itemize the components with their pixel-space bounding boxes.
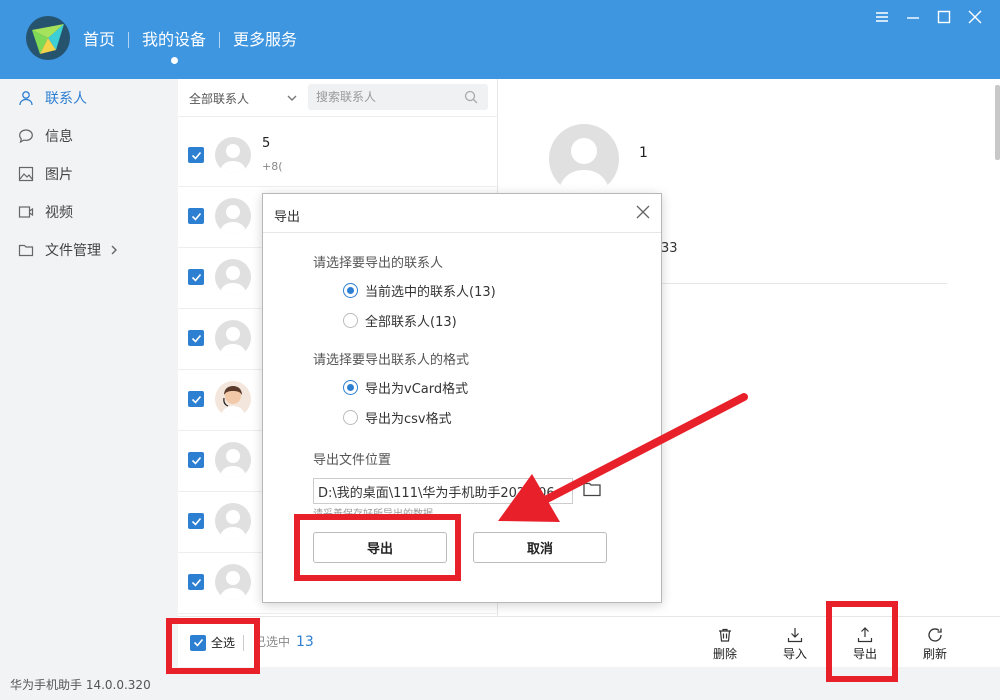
delete-button[interactable]: 删除 [705, 627, 745, 662]
chevron-right-icon [109, 245, 119, 255]
refresh-label: 刷新 [922, 647, 947, 661]
checkbox-checked[interactable] [188, 391, 204, 407]
app-logo [26, 16, 70, 60]
checkbox-checked[interactable] [188, 513, 204, 529]
default-avatar-icon [215, 503, 251, 539]
radio-csv[interactable]: 导出为csv格式 [343, 408, 452, 427]
contact-name: 5 [262, 136, 271, 151]
default-avatar-icon [215, 259, 251, 295]
radio-label: 导出为vCard格式 [365, 382, 469, 397]
radio-vcard[interactable]: 导出为vCard格式 [343, 378, 468, 397]
sidebar-item-messages[interactable]: 信息 [17, 126, 73, 146]
checkbox-checked[interactable] [188, 574, 204, 590]
search-input[interactable] [308, 84, 448, 110]
image-icon [17, 165, 35, 183]
sidebar-item-label: 文件管理 [45, 243, 101, 259]
minimize-icon[interactable] [904, 8, 922, 26]
message-icon [17, 127, 35, 145]
contact-phone-fragment: 33 [661, 241, 678, 256]
trash-icon [719, 628, 731, 642]
contact-avatar [549, 124, 619, 194]
folder-browse-icon[interactable] [583, 481, 601, 497]
scrollbar[interactable] [995, 85, 1000, 160]
radio-on [343, 380, 358, 395]
close-icon[interactable] [635, 204, 651, 220]
contact-name: 1 [639, 145, 648, 161]
app-header: 首页 我的设备 更多服务 [0, 0, 1000, 79]
selected-number: 13 [296, 634, 314, 650]
import-label: 导入 [782, 647, 807, 661]
nav-my-devices-label: 我的设备 [142, 30, 207, 49]
checkbox-checked[interactable] [188, 330, 204, 346]
sidebar: 联系人 信息 图片 视频 文件管理 [0, 79, 178, 667]
refresh-icon [928, 628, 942, 642]
contacts-section-label: 请选择要导出的联系人 [313, 256, 444, 271]
selected-count: 已选中 13 [254, 633, 314, 650]
sidebar-item-images[interactable]: 图片 [17, 164, 73, 184]
folder-icon [17, 241, 35, 259]
default-avatar-icon [215, 320, 251, 356]
refresh-button[interactable]: 刷新 [915, 627, 955, 662]
format-section-label: 请选择要导出联系人的格式 [313, 353, 470, 368]
radio-label: 全部联系人(13) [365, 315, 457, 330]
radio-on [343, 283, 358, 298]
dialog-cancel-button[interactable]: 取消 [473, 532, 607, 563]
annotation-box [166, 618, 260, 674]
dialog-title: 导出 [274, 210, 301, 225]
delete-label: 删除 [712, 647, 737, 661]
nav-my-devices[interactable]: 我的设备 [129, 29, 219, 64]
contact-filter-dropdown[interactable]: 全部联系人 [189, 90, 249, 107]
close-icon[interactable] [966, 8, 984, 26]
sidebar-item-label: 图片 [45, 167, 73, 183]
checkbox-checked[interactable] [188, 208, 204, 224]
search-icon[interactable] [464, 90, 478, 104]
filter-bar: 全部联系人 [178, 79, 498, 117]
sidebar-item-videos[interactable]: 视频 [17, 202, 73, 222]
video-icon [17, 203, 35, 221]
radio-all-contacts[interactable]: 全部联系人(13) [343, 311, 457, 330]
default-avatar-icon [215, 442, 251, 478]
contact-row[interactable]: 5 +8( [178, 126, 498, 187]
default-avatar-icon [215, 198, 251, 234]
sidebar-item-label: 视频 [45, 205, 73, 221]
sidebar-item-contacts[interactable]: 联系人 [17, 88, 87, 108]
checkbox-checked[interactable] [188, 147, 204, 163]
radio-off [343, 410, 358, 425]
download-icon [787, 628, 803, 643]
sidebar-item-file-manager[interactable]: 文件管理 [17, 240, 119, 260]
radio-off [343, 313, 358, 328]
divider [263, 232, 661, 233]
annotation-box [294, 514, 461, 581]
sidebar-item-label: 信息 [45, 129, 73, 145]
maximize-icon[interactable] [935, 8, 953, 26]
person-icon [17, 89, 35, 107]
active-indicator [171, 57, 179, 64]
top-nav: 首页 我的设备 更多服务 [83, 29, 310, 64]
checkbox-checked[interactable] [188, 269, 204, 285]
nav-more-services[interactable]: 更多服务 [220, 29, 310, 51]
default-avatar-icon [215, 137, 251, 173]
checkbox-checked[interactable] [188, 452, 204, 468]
window-controls [873, 8, 984, 26]
import-button[interactable]: 导入 [775, 627, 815, 662]
contact-phone: +8( [262, 160, 283, 173]
radio-label: 导出为csv格式 [365, 412, 452, 427]
default-avatar-icon [215, 564, 251, 600]
nav-home[interactable]: 首页 [83, 29, 128, 51]
sidebar-item-label: 联系人 [45, 91, 87, 107]
search-box [308, 84, 488, 110]
location-label: 导出文件位置 [313, 453, 392, 468]
radio-label: 当前选中的联系人(13) [365, 285, 496, 300]
menu-icon[interactable] [873, 8, 891, 26]
contact-photo [215, 381, 251, 417]
chevron-down-icon[interactable] [286, 92, 298, 104]
radio-selected-contacts[interactable]: 当前选中的联系人(13) [343, 281, 496, 300]
export-path-input[interactable] [313, 478, 573, 504]
annotation-box [826, 601, 898, 682]
